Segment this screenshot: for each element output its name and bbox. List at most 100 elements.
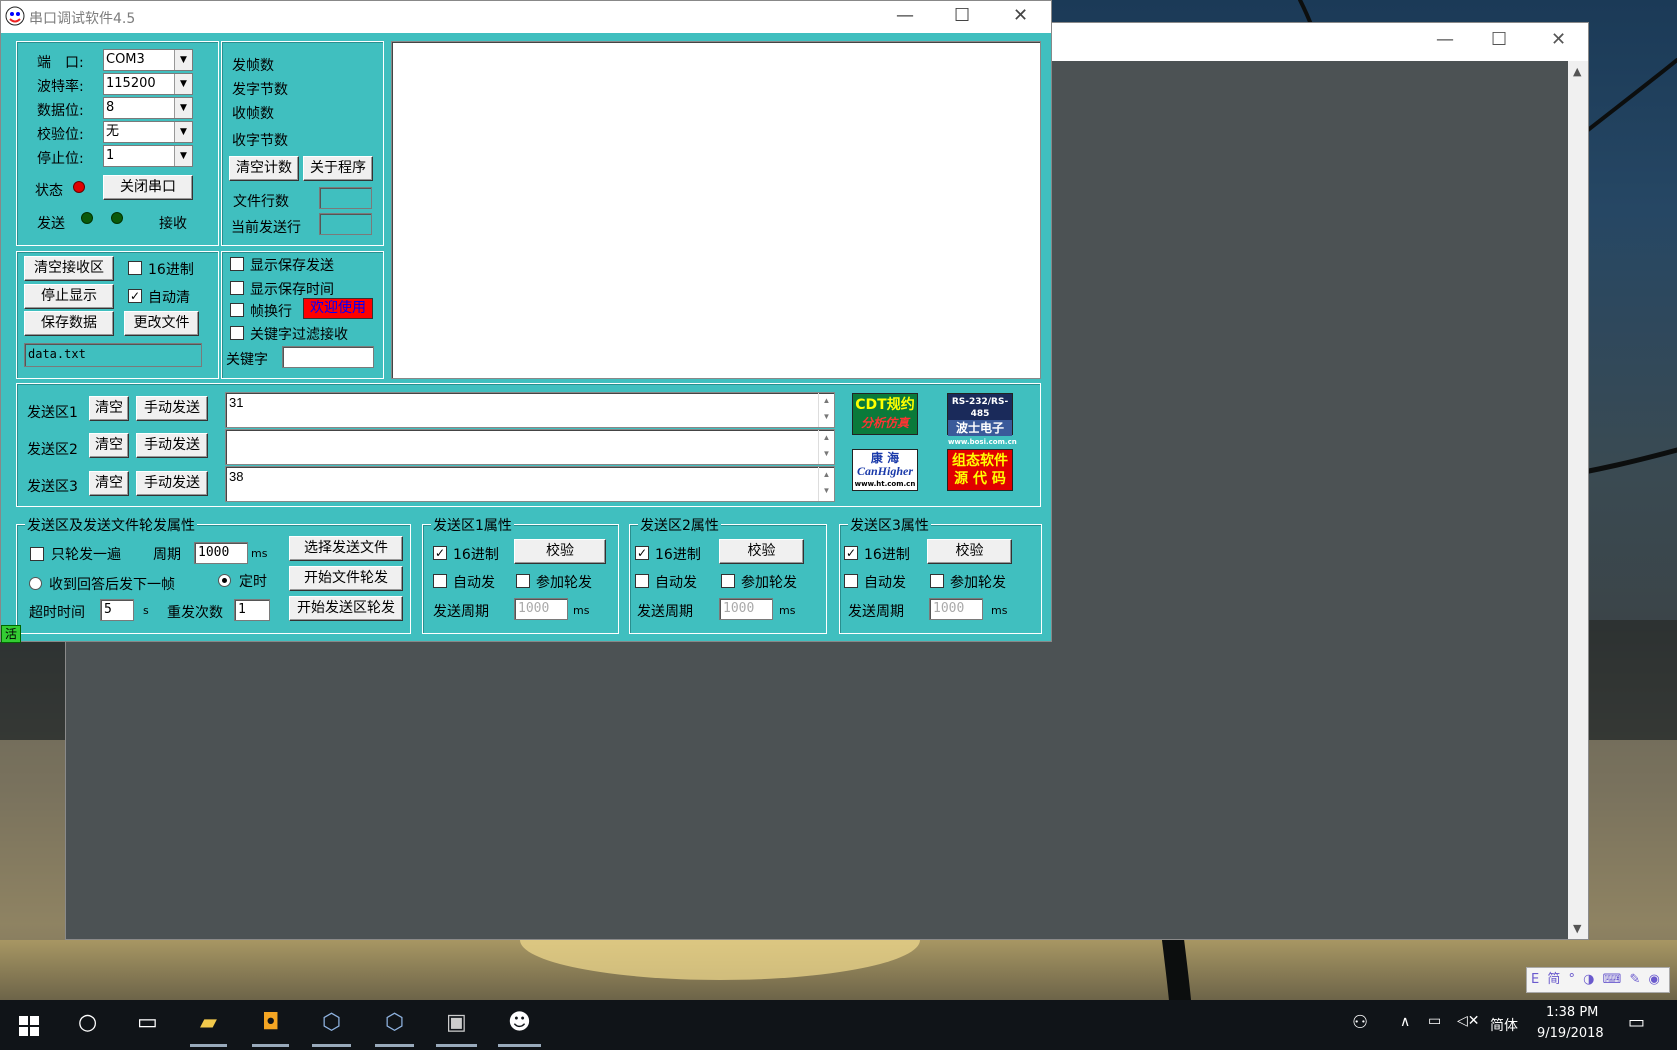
area-2-period-input[interactable]: 1000 xyxy=(719,598,773,620)
keyword-filter-checkbox[interactable] xyxy=(230,326,244,340)
area-2-auto-checkbox[interactable] xyxy=(635,574,649,588)
area-3-join-checkbox[interactable] xyxy=(930,574,944,588)
app-title: 串口调试软件4.5 xyxy=(29,11,136,27)
area-1-auto-checkbox[interactable] xyxy=(433,574,447,588)
send-area-3-send-button[interactable]: 手动发送 xyxy=(136,471,208,496)
show-save-send-checkbox[interactable] xyxy=(230,257,244,271)
serial-debug-window[interactable]: 串口调试软件4.5 — ☐ ✕ 端 口: COM3 ▼ 波特率: 115200 ▼ … xyxy=(0,0,1052,643)
start-windows-icon[interactable] xyxy=(19,1016,39,1036)
parity-select[interactable]: 无 ▼ xyxy=(103,121,193,143)
send-area-2-input[interactable]: ▲ ▼ xyxy=(225,429,835,465)
tray-expand-chevron-icon[interactable]: ∧ xyxy=(1400,1014,1410,1030)
autoclear-label: 自动清 xyxy=(148,290,190,306)
about-button[interactable]: 关于程序 xyxy=(303,156,373,181)
clock-date[interactable]: 9/19/2018 xyxy=(1537,1026,1604,1041)
only-once-label: 只轮发一遍 xyxy=(51,547,121,563)
send-area-2-send-button[interactable]: 手动发送 xyxy=(136,433,208,458)
serial-debug-app-icon[interactable]: ☻ xyxy=(498,1010,541,1047)
ime-toolbar[interactable]: E 简 ° ◑ ⌨ ✎ ◉ xyxy=(1526,967,1670,993)
action-center-icon[interactable]: ▭ xyxy=(1628,1012,1645,1033)
receive-textarea[interactable] xyxy=(391,41,1041,379)
background-maximize-button[interactable]: ☐ xyxy=(1491,29,1507,50)
baud-select[interactable]: 115200 ▼ xyxy=(103,73,193,95)
send-area-1-input[interactable]: 31 ▲ ▼ xyxy=(225,392,835,428)
kanghai-ad-button[interactable]: 康 海 CanHigher www.ht.com.cn xyxy=(852,449,918,491)
stopbits-select[interactable]: 1 ▼ xyxy=(103,145,193,167)
chevron-down-icon[interactable]: ▼ xyxy=(174,122,192,142)
terminal-icon[interactable]: ▣ xyxy=(436,1010,477,1047)
send-area-2-clear-button[interactable]: 清空 xyxy=(89,433,129,458)
bosi-ad-button[interactable]: RS-232/RS-485 波士电子 www.bosi.com.cn xyxy=(947,393,1017,446)
on-reply-radio[interactable] xyxy=(29,577,42,590)
autoclear-checkbox[interactable]: ✓ xyxy=(128,289,142,303)
outlook-icon[interactable]: ◘ xyxy=(251,1010,291,1047)
task-view-icon[interactable]: ▭ xyxy=(137,1010,158,1035)
network-icon[interactable]: ▭ xyxy=(1428,1013,1441,1029)
chevron-down-icon[interactable]: ▼ xyxy=(174,146,192,166)
area-1-hex-checkbox[interactable]: ✓ xyxy=(433,546,447,560)
chevron-down-icon[interactable]: ▼ xyxy=(174,98,192,118)
file-name-field[interactable]: data.txt xyxy=(24,343,202,367)
file-lines-label: 文件行数 xyxy=(233,194,289,210)
volume-muted-icon[interactable]: ◁✕ xyxy=(1457,1013,1480,1029)
chevron-down-icon[interactable]: ▼ xyxy=(174,50,192,70)
area-1-join-checkbox[interactable] xyxy=(516,574,530,588)
minimize-button[interactable]: — xyxy=(896,5,914,26)
virtualbox-2-icon[interactable]: ⬡ xyxy=(374,1010,415,1047)
scroll-down-icon[interactable]: ▼ xyxy=(1573,922,1581,935)
people-icon[interactable]: ⚇ xyxy=(1352,1012,1368,1033)
area-1-period-input[interactable]: 1000 xyxy=(514,598,568,620)
area-2-join-checkbox[interactable] xyxy=(721,574,735,588)
send-area-3-input[interactable]: 38 ▲ ▼ xyxy=(225,466,835,502)
background-minimize-button[interactable]: — xyxy=(1436,29,1454,50)
start-area-rotate-button[interactable]: 开始发送区轮发 xyxy=(289,596,403,621)
scroll-up-icon[interactable]: ▲ xyxy=(1573,65,1581,78)
close-port-button[interactable]: 关闭串口 xyxy=(103,175,193,200)
port-select[interactable]: COM3 ▼ xyxy=(103,49,193,71)
cdt-ad-button[interactable]: CDT规约 分析仿真 xyxy=(852,393,918,435)
start-file-rotate-button[interactable]: 开始文件轮发 xyxy=(289,566,403,591)
area-3-period-input[interactable]: 1000 xyxy=(929,598,983,620)
area-1-check-button[interactable]: 校验 xyxy=(514,539,606,564)
frame-newline-checkbox[interactable] xyxy=(230,303,244,317)
area-3-hex-checkbox[interactable]: ✓ xyxy=(844,546,858,560)
area-2-hex-checkbox[interactable]: ✓ xyxy=(635,546,649,560)
chevron-down-icon[interactable]: ▼ xyxy=(174,74,192,94)
scroll-arrows-icon[interactable]: ▲ ▼ xyxy=(818,393,834,427)
show-save-time-checkbox[interactable] xyxy=(230,281,244,295)
scroll-arrows-icon[interactable]: ▲ ▼ xyxy=(818,467,834,501)
timed-radio[interactable] xyxy=(218,574,231,587)
databits-select[interactable]: 8 ▼ xyxy=(103,97,193,119)
select-file-button[interactable]: 选择发送文件 xyxy=(289,536,403,561)
background-close-button[interactable]: ✕ xyxy=(1551,29,1566,50)
close-button[interactable]: ✕ xyxy=(1013,5,1028,26)
send-area-1-clear-button[interactable]: 清空 xyxy=(89,396,129,421)
clock-time[interactable]: 1:38 PM xyxy=(1546,1005,1598,1020)
file-explorer-icon[interactable]: ▰ xyxy=(190,1010,227,1047)
maximize-button[interactable]: ☐ xyxy=(954,5,970,26)
only-once-checkbox[interactable] xyxy=(30,547,44,561)
zutai-ad-button[interactable]: 组态软件源 代 码 xyxy=(947,449,1013,491)
area-3-auto-checkbox[interactable] xyxy=(844,574,858,588)
area-1-props-caption: 发送区1属性 xyxy=(431,515,514,535)
stop-display-button[interactable]: 停止显示 xyxy=(24,284,114,309)
cortana-circle-icon[interactable]: ○ xyxy=(78,1010,97,1035)
background-window-scrollbar[interactable]: ▲ ▼ xyxy=(1568,61,1588,939)
clear-receive-button[interactable]: 清空接收区 xyxy=(24,256,114,281)
save-data-button[interactable]: 保存数据 xyxy=(24,311,114,336)
scroll-arrows-icon[interactable]: ▲ ▼ xyxy=(818,430,834,464)
send-area-1-send-button[interactable]: 手动发送 xyxy=(136,396,208,421)
recv-hex-checkbox[interactable] xyxy=(128,261,142,275)
area-3-check-button[interactable]: 校验 xyxy=(927,539,1012,564)
virtualbox-icon[interactable]: ⬡ xyxy=(311,1010,352,1047)
input-language[interactable]: 简体 xyxy=(1490,1015,1518,1035)
clear-count-button[interactable]: 清空计数 xyxy=(229,156,299,181)
period-input[interactable]: 1000 xyxy=(194,542,248,564)
area-2-check-button[interactable]: 校验 xyxy=(719,539,804,564)
timeout-input[interactable]: 5 xyxy=(100,599,134,621)
app-titlebar[interactable]: 串口调试软件4.5 — ☐ ✕ xyxy=(1,1,1051,33)
change-file-button[interactable]: 更改文件 xyxy=(124,311,199,336)
retry-input[interactable]: 1 xyxy=(234,599,270,621)
keyword-input[interactable] xyxy=(282,346,374,368)
send-area-3-clear-button[interactable]: 清空 xyxy=(89,471,129,496)
